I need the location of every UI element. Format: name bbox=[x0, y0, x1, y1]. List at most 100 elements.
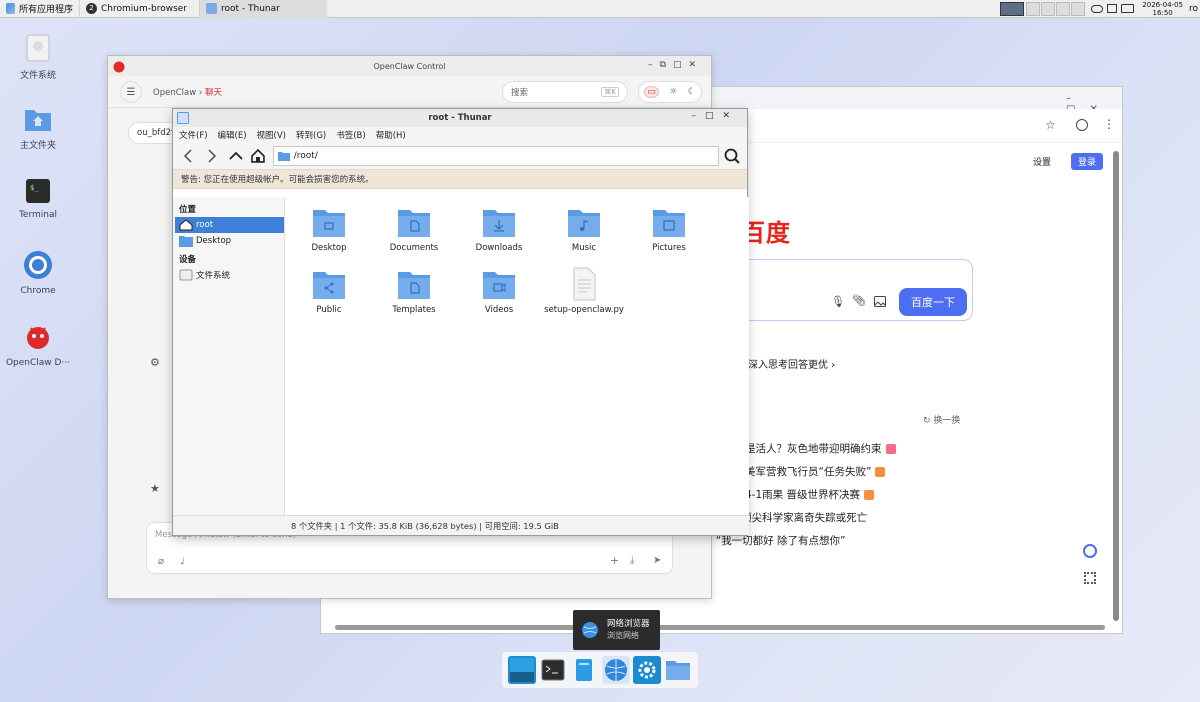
file-item[interactable]: Documents bbox=[374, 205, 454, 253]
attach-icon[interactable]: ⌀ bbox=[158, 556, 164, 567]
workspace-switcher[interactable] bbox=[998, 0, 1087, 18]
task-chromium[interactable]: 2 Chromium-browser bbox=[79, 0, 199, 18]
file-item[interactable]: Downloads bbox=[459, 205, 539, 253]
vertical-scrollbar[interactable] bbox=[1113, 151, 1119, 621]
workspace-5[interactable] bbox=[1071, 1, 1086, 16]
sidebar-item-root[interactable]: root bbox=[175, 217, 284, 233]
sidebar-item-desktop[interactable]: Desktop bbox=[175, 233, 284, 249]
sidebar-item-filesystem[interactable]: 文件系统 bbox=[175, 267, 284, 283]
hot-item[interactable]: 5名顶尖科学家离奇失踪或死亡 bbox=[724, 506, 896, 529]
menu-help[interactable]: 帮助(H) bbox=[376, 129, 406, 141]
desktop-icon-filesystem[interactable]: 文件系统 bbox=[6, 34, 70, 81]
back-icon[interactable] bbox=[179, 147, 197, 165]
hot-item[interactable]: 居不是活人？灰色地带迎明确约束 bbox=[724, 437, 896, 460]
workspace-3[interactable] bbox=[1041, 1, 1056, 16]
dock-file-manager[interactable] bbox=[570, 656, 598, 684]
search-icon[interactable] bbox=[723, 147, 741, 165]
menu-edit[interactable]: 编辑(E) bbox=[218, 129, 247, 141]
workspace-4[interactable] bbox=[1056, 1, 1071, 16]
display-icon[interactable] bbox=[1107, 4, 1118, 13]
dock-tooltip: 网络浏览器 浏览网络 bbox=[573, 610, 660, 650]
add-icon[interactable]: + bbox=[610, 554, 619, 567]
assistant-float-icon[interactable] bbox=[1083, 544, 1097, 558]
mic-icon[interactable]: ♩ bbox=[180, 556, 185, 567]
deep-think-link[interactable]: 深入思考回答更优 › bbox=[748, 356, 835, 371]
breadcrumb-root[interactable]: OpenClaw bbox=[153, 88, 196, 98]
task-chromium-label: Chromium-browser bbox=[101, 3, 188, 14]
maximize-button[interactable]: □ bbox=[705, 111, 723, 121]
restore-button[interactable]: ⧉ bbox=[660, 60, 673, 70]
dock-web-browser[interactable] bbox=[601, 656, 630, 684]
desktop-icon-label: 文件系统 bbox=[19, 71, 56, 81]
parent-folder-icon[interactable] bbox=[227, 147, 245, 165]
clock-date: 2026-04-05 bbox=[1142, 0, 1183, 9]
hot-item[interactable]: 楚钦4-1雨果 晋级世界杯决赛 bbox=[724, 483, 896, 506]
dock-home-folder[interactable] bbox=[664, 656, 692, 684]
home-icon[interactable] bbox=[249, 147, 267, 165]
keyboard-icon[interactable] bbox=[1121, 4, 1135, 13]
task-thunar[interactable]: root - Thunar bbox=[199, 0, 328, 18]
image-search-icon[interactable] bbox=[874, 296, 886, 307]
workspace-2[interactable] bbox=[1026, 1, 1041, 16]
refresh-hot-link[interactable]: ↻ 换一换 bbox=[923, 413, 960, 426]
workspace-1[interactable] bbox=[1000, 1, 1025, 16]
sun-icon[interactable]: ☼ bbox=[669, 87, 677, 97]
close-button[interactable]: ✕ bbox=[688, 60, 703, 70]
folder-public-icon bbox=[313, 272, 345, 299]
close-button[interactable]: ✕ bbox=[722, 111, 739, 121]
menu-file[interactable]: 文件(F) bbox=[179, 129, 208, 141]
menu-bookmarks[interactable]: 书签(B) bbox=[336, 129, 365, 141]
settings-gear-icon[interactable]: ⚙ bbox=[150, 356, 160, 369]
voice-search-icon[interactable]: 🎙︎ bbox=[831, 295, 845, 308]
minimize-button[interactable]: – bbox=[691, 111, 705, 121]
profile-icon[interactable] bbox=[1076, 119, 1088, 131]
favorite-star-icon[interactable]: ★ bbox=[150, 482, 160, 495]
horizontal-scrollbar[interactable] bbox=[335, 625, 1105, 630]
settings-gear-icon bbox=[638, 661, 656, 679]
desktop-icon-chrome[interactable]: Chrome bbox=[6, 250, 70, 296]
dock-settings[interactable] bbox=[632, 656, 661, 684]
maximize-button[interactable]: □ bbox=[673, 60, 689, 70]
file-item[interactable]: Desktop bbox=[289, 205, 369, 253]
menu-view[interactable]: 视图(V) bbox=[257, 129, 286, 141]
file-item[interactable]: Pictures bbox=[629, 205, 709, 253]
network-icon[interactable] bbox=[1091, 4, 1104, 13]
send-icon[interactable]: ➤ bbox=[653, 555, 661, 566]
theme-switcher: ▭ ☼ ☾ bbox=[638, 81, 702, 103]
location-bar[interactable]: /root/ bbox=[272, 146, 720, 166]
baidu-search-button[interactable]: 百度一下 bbox=[899, 288, 967, 316]
monitor-theme-icon[interactable]: ▭ bbox=[644, 86, 659, 98]
moon-icon[interactable]: ☾ bbox=[688, 87, 696, 97]
forward-icon[interactable] bbox=[203, 147, 221, 165]
qr-code-icon[interactable] bbox=[1084, 572, 1096, 584]
minimize-button[interactable]: – bbox=[1066, 93, 1085, 104]
folder-small-icon bbox=[277, 152, 290, 161]
file-item[interactable]: Music bbox=[544, 205, 624, 253]
menu-go[interactable]: 转到(G) bbox=[296, 129, 326, 141]
hamburger-menu-button[interactable]: ☰ bbox=[120, 81, 142, 103]
baidu-login-button[interactable]: 登录 bbox=[1071, 153, 1104, 170]
hot-item[interactable]: 朗称美军营救飞行员“任务失败” bbox=[724, 460, 896, 483]
desktop-icon-openclaw[interactable]: OpenClaw D··· bbox=[6, 322, 70, 368]
file-item[interactable]: Public bbox=[289, 267, 369, 315]
chrome-menu-icon[interactable]: ⋮ bbox=[1103, 117, 1115, 131]
download-icon[interactable]: ⤓ bbox=[630, 555, 634, 566]
user-menu[interactable]: ro bbox=[1187, 0, 1200, 18]
openclaw-search-input[interactable]: 搜索 ⌘K bbox=[502, 81, 628, 103]
openclaw-window-controls: –⧉□✕ bbox=[648, 60, 703, 70]
attachment-icon[interactable]: 📎︎ bbox=[852, 294, 866, 307]
dock-show-desktop[interactable] bbox=[507, 656, 536, 684]
desktop-icon-terminal[interactable]: $_ Terminal bbox=[6, 178, 70, 220]
file-item[interactable]: Templates bbox=[374, 267, 454, 315]
dock-terminal[interactable] bbox=[539, 656, 567, 684]
bookmark-star-icon[interactable]: ☆ bbox=[1045, 118, 1056, 132]
file-item[interactable]: Videos bbox=[459, 267, 539, 315]
refresh-icon: ↻ bbox=[923, 416, 931, 426]
file-item[interactable]: setup-openclaw.py bbox=[544, 267, 624, 315]
desktop-icon-home[interactable]: 主文件夹 bbox=[6, 106, 70, 151]
clock[interactable]: 2026-04-05 16:50 bbox=[1138, 0, 1187, 18]
minimize-button[interactable]: – bbox=[648, 60, 660, 70]
tooltip-subtitle: 浏览网络 bbox=[607, 631, 639, 640]
baidu-settings-link[interactable]: 设置 bbox=[1033, 155, 1051, 168]
apps-menu-button[interactable]: 所有应用程序 bbox=[0, 0, 79, 18]
